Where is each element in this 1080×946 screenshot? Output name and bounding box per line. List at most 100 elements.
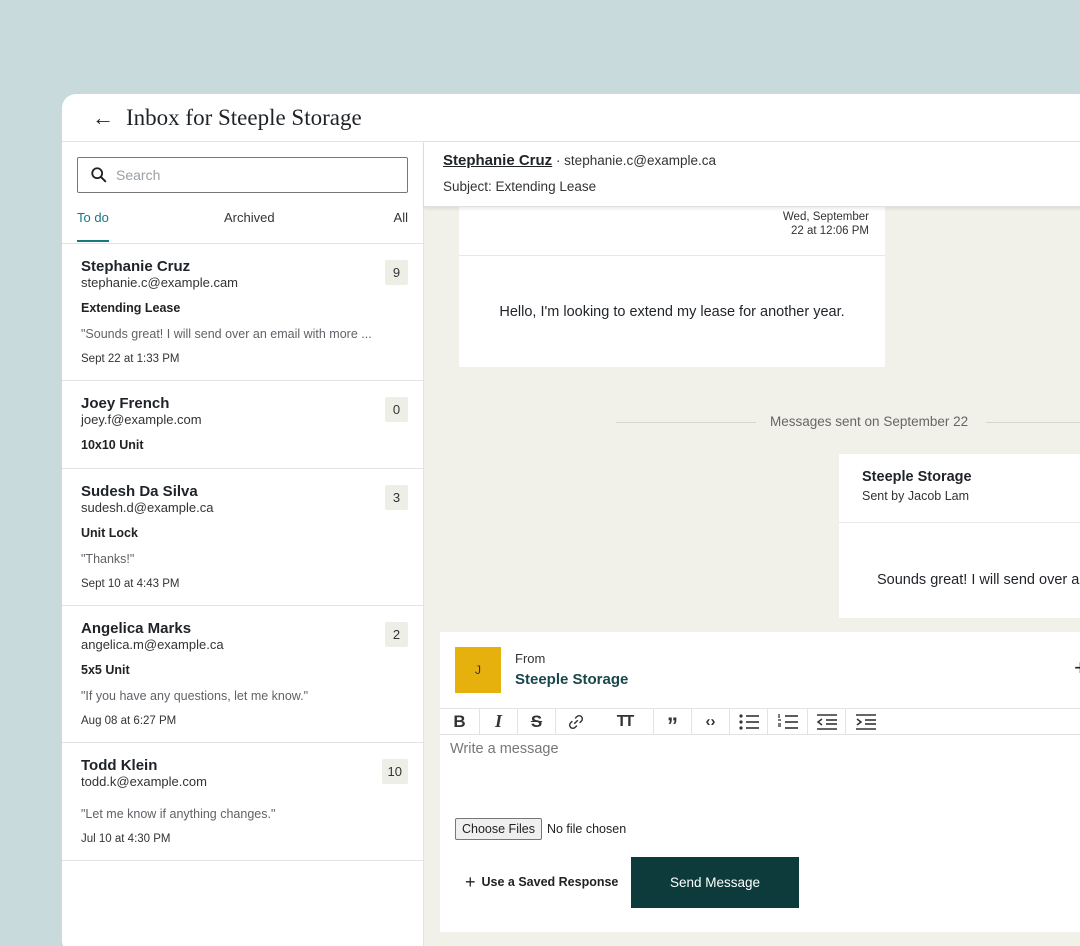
bullet-list-button[interactable] [730, 709, 768, 734]
indent-icon [856, 713, 876, 730]
back-arrow-icon[interactable]: ← [92, 106, 114, 129]
search-icon [91, 167, 107, 183]
day-separator: Messages sent on September 22 [616, 414, 1080, 434]
file-upload: Choose Files No file chosen [455, 818, 626, 840]
conversation-preview: "Thanks!" [81, 552, 135, 566]
message-composer: J From Steeple Storage + B I S TT ” ‹› [440, 632, 1080, 932]
quote-button[interactable]: ” [654, 709, 692, 738]
text-size-icon: TT [616, 712, 634, 730]
separator-line [616, 422, 756, 423]
incoming-message-text: Hello, I'm looking to extend my lease fo… [499, 304, 845, 320]
inbox-window: ← Inbox for Steeple Storage To do Archiv… [62, 94, 1080, 946]
search-box[interactable] [77, 157, 408, 193]
unread-count-badge: 9 [385, 260, 408, 285]
unread-count-badge: 2 [385, 622, 408, 647]
conversation-preview: "Let me know if anything changes." [81, 807, 276, 821]
conversation-list: Stephanie Cruz stephanie.c@example.cam E… [62, 244, 423, 861]
message-divider [839, 522, 1080, 523]
send-message-button[interactable]: Send Message [631, 857, 799, 908]
saved-response-button[interactable]: + Use a Saved Response [465, 873, 618, 891]
strikethrough-icon: S [530, 711, 543, 731]
conversation-item[interactable]: Todd Klein todd.k@example.com "Let me kn… [62, 743, 423, 861]
sender-email: · stephanie.c@example.ca [552, 153, 716, 168]
conversation-time: Aug 08 at 6:27 PM [81, 715, 177, 727]
conversation-email: angelica.m@example.ca [81, 637, 224, 652]
sender-name-link[interactable]: Stephanie Cruz [443, 152, 552, 169]
conversation-item[interactable]: Stephanie Cruz stephanie.c@example.cam E… [62, 244, 423, 381]
message-divider [459, 255, 885, 256]
conversation-time: Sept 10 at 4:43 PM [81, 578, 180, 590]
outdent-button[interactable] [808, 709, 846, 734]
choose-files-button[interactable]: Choose Files [455, 818, 542, 840]
tab-archived[interactable]: Archived [224, 210, 275, 225]
conversation-preview: "Sounds great! I will send over an email… [81, 327, 372, 341]
bullet-list-icon [738, 713, 759, 730]
outdent-icon [816, 713, 837, 730]
bold-icon: B [453, 711, 466, 731]
message-date-line: Wed, September [782, 211, 869, 223]
message-date: Wed, September 22 at 12:06 PM [749, 210, 869, 238]
italic-icon: I [494, 711, 502, 731]
title-bar: ← Inbox for Steeple Storage [62, 94, 1080, 142]
conversation-preview: "If you have any questions, let me know.… [81, 689, 309, 703]
outgoing-sent-by: Sent by Jacob Lam [862, 489, 970, 503]
from-name[interactable]: Steeple Storage [515, 671, 628, 688]
thread-subject: Subject: Extending Lease [443, 179, 597, 194]
incoming-message: Wed, September 22 at 12:06 PM Hello, I'm… [459, 207, 885, 367]
link-icon [568, 714, 584, 729]
conversation-subject: 5x5 Unit [81, 663, 130, 677]
conversation-subject: Unit Lock [81, 526, 138, 540]
quote-icon: ” [667, 712, 678, 738]
conversation-subject: 10x10 Unit [81, 438, 144, 452]
conversation-name: Stephanie Cruz [81, 258, 191, 275]
tab-todo[interactable]: To do [77, 210, 109, 225]
conversation-name: Sudesh Da Silva [81, 483, 198, 500]
link-button[interactable] [556, 709, 596, 734]
conversation-email: todd.k@example.com [81, 774, 207, 789]
active-tab-indicator [77, 240, 109, 242]
unread-count-badge: 10 [381, 759, 408, 784]
outgoing-message-text: Sounds great! I will send over a [877, 572, 1080, 588]
file-status: No file chosen [546, 822, 627, 836]
saved-response-label: Use a Saved Response [481, 875, 619, 889]
code-button[interactable]: ‹› [692, 709, 730, 734]
conversation-time: Jul 10 at 4:30 PM [81, 833, 171, 845]
conversation-sidebar: To do Archived All Stephanie Cruz stepha… [62, 142, 424, 946]
search-input[interactable] [116, 167, 386, 183]
numbered-list-icon [777, 713, 798, 729]
thread-panel: Stephanie Cruz · stephanie.c@example.ca … [424, 142, 1080, 946]
unread-count-badge: 3 [385, 485, 408, 510]
text-size-button[interactable]: TT [596, 709, 654, 734]
formatting-toolbar: B I S TT ” ‹› [440, 708, 1080, 738]
from-label: From [515, 651, 546, 666]
strikethrough-button[interactable]: S [518, 709, 556, 734]
separator-line [986, 422, 1080, 423]
italic-button[interactable]: I [480, 709, 518, 734]
avatar: J [455, 647, 501, 693]
message-input[interactable] [450, 741, 1080, 801]
message-date-line: 22 at 12:06 PM [791, 225, 869, 237]
conversation-email: joey.f@example.com [81, 412, 202, 427]
conversation-tabs: To do Archived All [77, 206, 408, 244]
numbered-list-button[interactable] [768, 709, 808, 734]
add-icon[interactable]: + [1074, 657, 1080, 679]
plus-icon: + [465, 872, 476, 892]
conversation-item[interactable]: Sudesh Da Silva sudesh.d@example.ca Unit… [62, 469, 423, 606]
sender-line: Stephanie Cruz · stephanie.c@example.ca [443, 152, 1080, 170]
indent-button[interactable] [846, 709, 886, 734]
conversation-email: stephanie.c@example.cam [81, 275, 238, 290]
conversation-email: sudesh.d@example.ca [81, 500, 214, 515]
thread-header: Stephanie Cruz · stephanie.c@example.ca … [424, 142, 1080, 207]
conversation-item[interactable]: Angelica Marks angelica.m@example.ca 5x5… [62, 606, 423, 743]
page-title: Inbox for Steeple Storage [126, 104, 362, 130]
tab-all[interactable]: All [394, 210, 408, 225]
day-separator-text: Messages sent on September 22 [770, 414, 969, 429]
bold-button[interactable]: B [440, 709, 480, 734]
code-icon: ‹› [705, 713, 716, 730]
conversation-time: Sept 22 at 1:33 PM [81, 353, 180, 365]
conversation-item[interactable]: Joey French joey.f@example.com 10x10 Uni… [62, 381, 423, 469]
conversation-subject: Extending Lease [81, 301, 181, 315]
unread-count-badge: 0 [385, 397, 408, 422]
outgoing-message: Steeple Storage Sent by Jacob Lam Sounds… [839, 454, 1080, 618]
conversation-name: Angelica Marks [81, 620, 192, 637]
